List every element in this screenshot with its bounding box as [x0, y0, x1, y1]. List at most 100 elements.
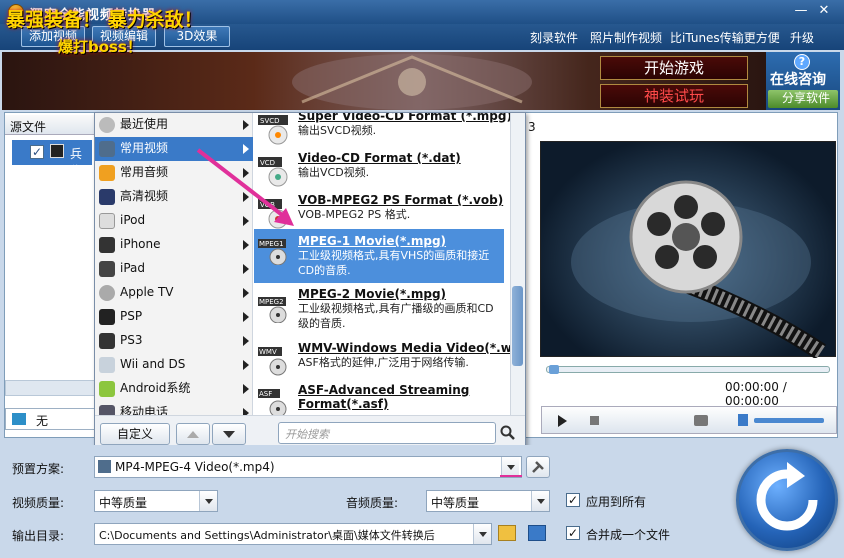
audio-quality-label: 音频质量:: [346, 496, 399, 510]
file-row[interactable]: ✓ 兵临: [12, 140, 92, 178]
category-psp[interactable]: PSP: [95, 305, 253, 329]
upgrade-link[interactable]: 升级: [790, 29, 814, 46]
subtitle-value: 无: [36, 414, 49, 428]
video-preview: [540, 141, 836, 360]
format-list-scroll-thumb[interactable]: [512, 286, 523, 366]
apply-all-label: 应用到所有: [586, 495, 647, 509]
share-software-button[interactable]: 分享软件: [768, 90, 838, 108]
subtitle-icon: [12, 413, 26, 425]
category-ps3[interactable]: PS3: [95, 329, 253, 353]
audio-quality-dropdown[interactable]: 中等质量: [426, 490, 550, 512]
convert-button[interactable]: [736, 449, 838, 551]
format-list-scrollbar[interactable]: [510, 113, 525, 415]
hd-icon: [99, 189, 115, 205]
seek-handle[interactable]: [549, 365, 559, 374]
banner-slogan: 暴强装备！ 暴力杀敌！: [6, 9, 203, 31]
apply-all-checkbox[interactable]: ✓: [566, 493, 580, 507]
wmv-icon: WMV: [258, 345, 292, 377]
output-dir-label: 输出目录:: [12, 529, 65, 543]
format-item-mpeg2[interactable]: MPEG2 MPEG-2 Movie(*.mpg) 工业级视频格式,具有广播级的…: [254, 287, 504, 337]
category-wii-ds[interactable]: Wii and DS: [95, 353, 253, 377]
video-quality-label: 视频质量:: [12, 496, 65, 510]
chevron-down-icon: [473, 524, 491, 544]
category-apple-tv[interactable]: Apple TV: [95, 281, 253, 305]
file-name: 兵临: [70, 147, 83, 178]
svg-text:WMV: WMV: [259, 348, 277, 356]
merge-checkbox[interactable]: ✓: [566, 526, 580, 540]
seek-slider[interactable]: [546, 365, 830, 374]
help-icon: ?: [794, 54, 810, 70]
volume-icon[interactable]: [738, 414, 748, 426]
ps3-icon: [99, 333, 115, 349]
minimize-icon[interactable]: —: [792, 3, 810, 20]
settings-button[interactable]: [526, 456, 550, 478]
search-icon[interactable]: [500, 425, 516, 441]
category-recent[interactable]: 最近使用: [95, 113, 253, 137]
move-up-button[interactable]: [176, 423, 210, 445]
source-file-header: 源文件: [5, 115, 95, 135]
film-icon: [99, 141, 115, 157]
format-item-asf[interactable]: ASF ASF-Advanced Streaming Format(*.asf): [254, 383, 504, 415]
phone-icon: [99, 405, 115, 415]
clock-icon: [99, 117, 115, 133]
category-ipad[interactable]: iPad: [95, 257, 253, 281]
wii-icon: [99, 357, 115, 373]
ipod-icon: [99, 213, 115, 229]
time-display: 00:00:00 / 00:00:00: [725, 380, 787, 408]
burn-software-link[interactable]: 刻录软件: [530, 29, 578, 46]
svg-text:ASF: ASF: [259, 390, 272, 398]
chevron-down-icon: [501, 457, 519, 477]
chevron-down-icon: [531, 491, 549, 511]
mpeg2-icon: MPEG2: [258, 291, 292, 324]
folder-browse-icon[interactable]: [528, 525, 546, 541]
psp-icon: [99, 309, 115, 325]
move-down-button[interactable]: [212, 423, 246, 445]
format-item-wmv[interactable]: WMV WMV-Windows Media Video(*.wmv) ASF格式…: [254, 341, 510, 387]
format-search-input[interactable]: 开始搜索: [278, 422, 496, 444]
pointer-arrow-icon: [196, 148, 294, 226]
online-consult-label: 在线咨询: [770, 72, 826, 88]
banner-art-icon: [292, 54, 532, 110]
video-quality-dropdown[interactable]: 中等质量: [94, 490, 218, 512]
android-icon: [99, 381, 115, 397]
preset-dropdown[interactable]: MP4-MPEG-4 Video(*.mp4): [94, 456, 522, 478]
category-android[interactable]: Android系统: [95, 377, 253, 401]
film-reel-icon: [571, 180, 826, 360]
iphone-icon: [99, 237, 115, 253]
svg-text:MPEG1: MPEG1: [259, 240, 284, 248]
folder-open-icon[interactable]: [498, 525, 516, 541]
camera-icon[interactable]: [694, 415, 708, 426]
close-icon[interactable]: ✕: [815, 3, 833, 20]
merge-label: 合并成一个文件: [586, 528, 671, 542]
asf-icon: ASF: [258, 387, 292, 415]
volume-slider[interactable]: [754, 418, 824, 423]
arrow-down-icon: [223, 431, 235, 438]
file-checkbox[interactable]: ✓: [30, 145, 44, 159]
wrench-icon: [532, 461, 544, 473]
preset-label: 预置方案:: [12, 462, 65, 476]
custom-button[interactable]: 自定义: [100, 423, 170, 445]
category-mobile-phone[interactable]: 移动电话: [95, 401, 253, 415]
chevron-down-icon: [199, 491, 217, 511]
horizontal-scrollbar[interactable]: [5, 380, 95, 396]
photo-video-link[interactable]: 照片制作视频: [590, 29, 662, 46]
output-dir-dropdown[interactable]: C:\Documents and Settings\Administrator\…: [94, 523, 492, 545]
itunes-link[interactable]: 比iTunes传输更方便: [670, 29, 780, 46]
trial-button[interactable]: 神装试玩: [600, 84, 748, 108]
ipad-icon: [99, 261, 115, 277]
banner-slogan-2: 爆打boss！: [58, 38, 142, 56]
convert-icon: [756, 462, 818, 531]
subtitle-selector[interactable]: 无: [5, 408, 95, 430]
music-icon: [99, 165, 115, 181]
apple-icon: [99, 285, 115, 301]
stop-icon[interactable]: [590, 416, 599, 425]
svg-text:SVCD: SVCD: [260, 117, 280, 125]
arrow-up-icon: [187, 431, 199, 438]
film-icon: [98, 460, 111, 473]
svg-text:MPEG2: MPEG2: [259, 298, 284, 306]
column-number: 3: [528, 120, 536, 134]
online-consult-panel[interactable]: ? 在线咨询 分享软件: [766, 52, 840, 110]
play-game-button[interactable]: 开始游戏: [600, 56, 748, 80]
dropdown-underline: [500, 475, 522, 477]
play-icon[interactable]: [558, 415, 567, 427]
